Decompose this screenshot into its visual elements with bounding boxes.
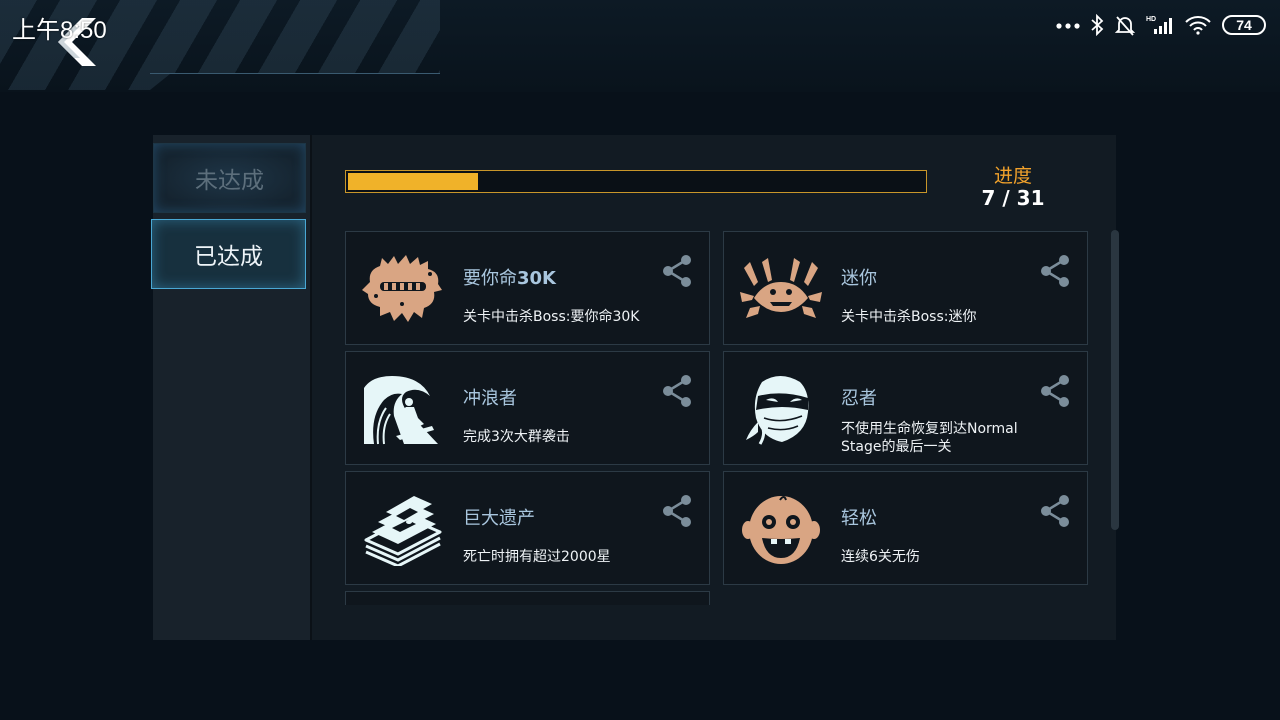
progress-fill bbox=[348, 173, 478, 190]
progress-label: 进度 bbox=[993, 165, 1032, 187]
mute-bell-icon bbox=[1114, 16, 1136, 36]
achievement-card[interactable]: 要你命30K 关卡中击杀Boss:要你命30K bbox=[345, 231, 710, 345]
status-clock: 上午8:50 bbox=[12, 17, 107, 44]
share-icon[interactable] bbox=[662, 254, 694, 288]
achievement-description: 不使用生命恢复到达Normal Stage的最后一关 bbox=[841, 421, 1018, 455]
achievement-title: 要你命30K bbox=[463, 268, 556, 289]
achievement-title: 冲浪者 bbox=[463, 388, 517, 409]
achievements-panel: 未达成 已达成 进度 7 / 31 要你命30K 关卡中击杀Boss:要你命30… bbox=[151, 135, 1119, 640]
achievement-description: 关卡中击杀Boss:要你命30K bbox=[463, 309, 640, 325]
more-dots-icon bbox=[1056, 23, 1080, 29]
status-icons: HD 74 bbox=[1056, 10, 1266, 40]
top-bar: 上午8:50 HD 74 bbox=[0, 0, 1280, 92]
sidebar-divider bbox=[310, 135, 312, 640]
achievement-card-partial[interactable] bbox=[345, 591, 710, 605]
achievement-card[interactable]: 轻松 连续6关无伤 bbox=[723, 471, 1088, 585]
share-icon[interactable] bbox=[662, 374, 694, 408]
progress-value: 7 / 31 bbox=[981, 186, 1045, 210]
achievement-title: 忍者 bbox=[841, 388, 877, 409]
money-stack-icon bbox=[364, 496, 442, 566]
achievement-description: 死亡时拥有超过2000星 bbox=[463, 549, 611, 565]
share-icon[interactable] bbox=[1040, 494, 1072, 528]
tab-unachieved[interactable]: 未达成 bbox=[153, 143, 306, 213]
surfer-wave-icon bbox=[364, 376, 438, 445]
header-line bbox=[150, 73, 440, 74]
achievement-title: 轻松 bbox=[841, 508, 877, 529]
achievement-title: 迷你 bbox=[841, 268, 877, 289]
achievement-description: 连续6关无伤 bbox=[841, 549, 920, 565]
share-icon[interactable] bbox=[1040, 254, 1072, 288]
achievement-card[interactable]: 迷你 关卡中击杀Boss:迷你 bbox=[723, 231, 1088, 345]
achievement-title: 巨大遗产 bbox=[463, 508, 535, 529]
wifi-icon bbox=[1185, 16, 1211, 35]
spiky-boss-icon bbox=[362, 255, 442, 322]
achievement-card[interactable]: 冲浪者 完成3次大群袭击 bbox=[345, 351, 710, 465]
crab-boss-icon bbox=[740, 258, 822, 318]
tab-sidebar: 未达成 已达成 bbox=[151, 135, 310, 640]
achievement-card[interactable]: 巨大遗产 死亡时拥有超过2000星 bbox=[345, 471, 710, 585]
share-icon[interactable] bbox=[662, 494, 694, 528]
achievement-description: 关卡中击杀Boss:迷你 bbox=[841, 309, 977, 325]
share-icon[interactable] bbox=[1040, 374, 1072, 408]
svg-text:HD: HD bbox=[1146, 16, 1156, 23]
bluetooth-icon bbox=[1091, 14, 1104, 36]
hd-signal-icon: HD bbox=[1146, 16, 1172, 34]
achievement-description: 完成3次大群袭击 bbox=[463, 429, 570, 445]
progress-bar bbox=[345, 170, 927, 193]
baby-face-icon bbox=[742, 496, 820, 564]
tab-achieved[interactable]: 已达成 bbox=[151, 219, 306, 289]
ninja-icon bbox=[746, 376, 809, 445]
battery-icon: 74 bbox=[1222, 15, 1266, 35]
achievement-card[interactable]: 忍者 不使用生命恢复到达Normal Stage的最后一关 bbox=[723, 351, 1088, 465]
scrollbar[interactable] bbox=[1111, 230, 1119, 530]
